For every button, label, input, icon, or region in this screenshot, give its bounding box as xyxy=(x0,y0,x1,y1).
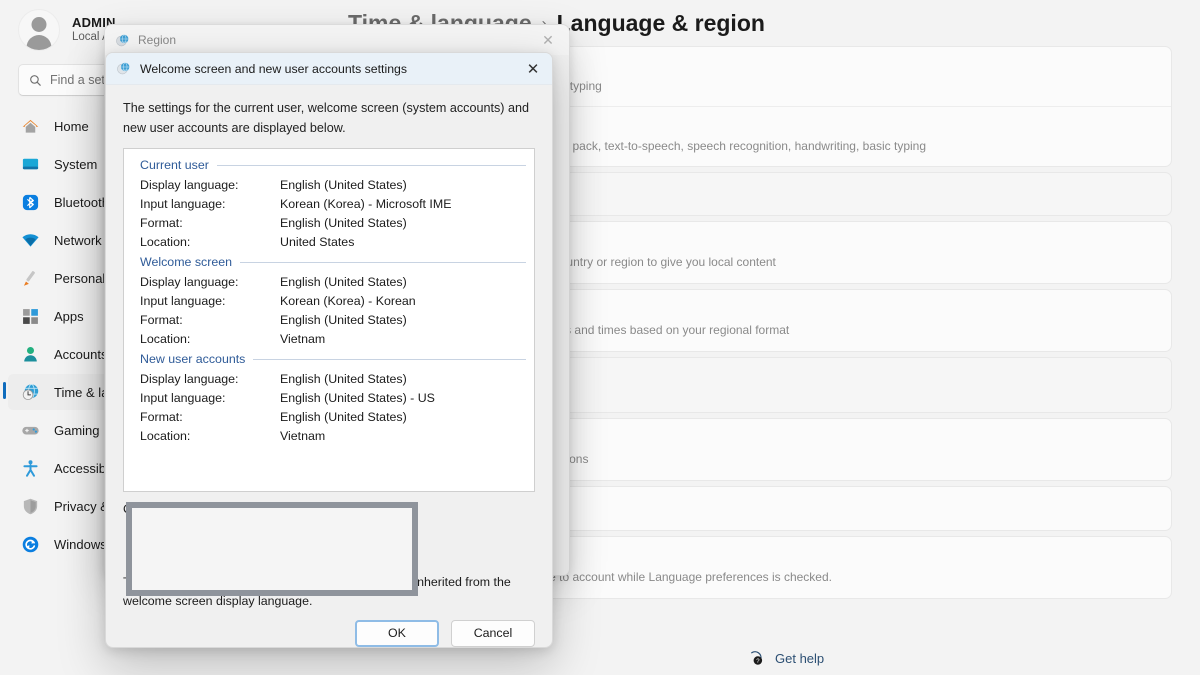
row-key: Display language: xyxy=(140,273,280,292)
row-value: Korean (Korea) - Microsoft IME xyxy=(280,195,451,214)
summary-row: Input language: Korean (Korea) - Korean xyxy=(132,292,526,311)
search-icon xyxy=(29,74,42,87)
system-icon xyxy=(20,154,40,174)
close-icon[interactable]: ✕ xyxy=(533,27,563,53)
sidebar-item-label: Home xyxy=(54,119,89,134)
summary-row: Display language: English (United States… xyxy=(132,176,526,195)
group-label: Welcome screen xyxy=(140,255,232,269)
row-key: Input language: xyxy=(140,292,280,311)
group-label: New user accounts xyxy=(140,352,245,366)
dialog-title: Welcome screen and new user accounts set… xyxy=(140,62,509,76)
row-value: English (United States) - US xyxy=(280,389,435,408)
row-value: United States xyxy=(280,233,354,252)
sidebar-item-label: Accounts xyxy=(54,347,107,362)
ok-button[interactable]: OK xyxy=(355,620,439,647)
copy-settings-label: Copy your current settings to: xyxy=(123,502,535,516)
bluetooth-icon xyxy=(20,192,40,212)
group-header-new-user-accounts: New user accounts xyxy=(140,352,526,366)
summary-row: Input language: Korean (Korea) - Microso… xyxy=(132,195,526,214)
region-globe-icon xyxy=(116,61,131,76)
row-value: English (United States) xyxy=(280,214,407,233)
row-key: Input language: xyxy=(140,195,280,214)
row-value: English (United States) xyxy=(280,311,407,330)
dialog-body: The settings for the current user, welco… xyxy=(106,85,552,611)
summary-row: Input language: English (United States) … xyxy=(132,389,526,408)
checkbox-label: New user accounts xyxy=(158,548,263,562)
summary-row: Location: Vietnam xyxy=(132,330,526,349)
summary-row: Location: Vietnam xyxy=(132,427,526,446)
sidebar-item-label: System xyxy=(54,157,97,172)
region-window-title: Region xyxy=(138,33,525,47)
group-rule xyxy=(240,262,526,263)
help-icon: ? xyxy=(748,650,765,667)
summary-row: Location: United States xyxy=(132,233,526,252)
row-value: Korean (Korea) - Korean xyxy=(280,292,416,311)
summary-row: Display language: English (United States… xyxy=(132,370,526,389)
checkbox-new-user-accounts[interactable]: New user accounts xyxy=(137,548,535,562)
get-help-label: Get help xyxy=(775,651,824,666)
privacy-icon xyxy=(20,496,40,516)
row-key: Location: xyxy=(140,427,280,446)
region-globe-icon xyxy=(115,33,130,48)
row-key: Location: xyxy=(140,233,280,252)
row-key: Format: xyxy=(140,311,280,330)
row-value: English (United States) xyxy=(280,176,407,195)
home-icon xyxy=(20,116,40,136)
row-value: Vietnam xyxy=(280,427,325,446)
group-header-welcome-screen: Welcome screen xyxy=(140,255,526,269)
row-key: Display language: xyxy=(140,176,280,195)
summary-row: Format: English (United States) xyxy=(132,408,526,427)
row-value: English (United States) xyxy=(280,408,407,427)
group-rule xyxy=(217,165,526,166)
summary-row: Display language: English (United States… xyxy=(132,273,526,292)
settings-summary-pane: Current user Display language: English (… xyxy=(123,148,535,492)
region-window-titlebar: Region ✕ xyxy=(105,25,569,55)
copy-settings-section: Copy your current settings to: Welcome s… xyxy=(123,502,535,611)
row-value: Vietnam xyxy=(280,330,325,349)
gaming-icon xyxy=(20,420,40,440)
row-key: Format: xyxy=(140,214,280,233)
dialog-footer: OK Cancel xyxy=(106,611,552,665)
dialog-titlebar: Welcome screen and new user accounts set… xyxy=(106,53,552,85)
checkbox-label: Welcome screen and system accounts xyxy=(158,525,370,539)
row-key: Input language: xyxy=(140,389,280,408)
avatar xyxy=(18,9,60,51)
close-icon[interactable]: ✕ xyxy=(518,55,548,83)
inherited-language-note: The new user accounts display language i… xyxy=(123,573,535,611)
sidebar-item-label: Apps xyxy=(54,309,84,324)
accounts-icon xyxy=(20,344,40,364)
group-header-current-user: Current user xyxy=(140,158,526,172)
checkbox-box[interactable] xyxy=(137,526,150,539)
windows-update-icon xyxy=(20,534,40,554)
row-value: English (United States) xyxy=(280,370,407,389)
page-title: Language & region xyxy=(557,10,765,37)
get-help-link[interactable]: ? Get help xyxy=(748,650,824,667)
group-rule xyxy=(253,359,526,360)
group-label: Current user xyxy=(140,158,209,172)
welcome-screen-dialog: Welcome screen and new user accounts set… xyxy=(105,52,553,648)
accessibility-icon xyxy=(20,458,40,478)
apps-icon xyxy=(20,306,40,326)
summary-row: Format: English (United States) xyxy=(132,214,526,233)
row-key: Display language: xyxy=(140,370,280,389)
row-key: Location: xyxy=(140,330,280,349)
network-icon xyxy=(20,230,40,250)
sidebar-item-label: Gaming xyxy=(54,423,100,438)
cancel-button[interactable]: Cancel xyxy=(451,620,535,647)
dialog-intro-text: The settings for the current user, welco… xyxy=(123,99,535,138)
row-value: English (United States) xyxy=(280,273,407,292)
summary-row: Format: English (United States) xyxy=(132,311,526,330)
row-key: Format: xyxy=(140,408,280,427)
checkbox-welcome-screen-and-system-accounts[interactable]: Welcome screen and system accounts xyxy=(137,525,535,539)
personalization-icon xyxy=(20,268,40,288)
checkbox-box[interactable] xyxy=(137,549,150,562)
time-language-icon xyxy=(20,382,40,402)
